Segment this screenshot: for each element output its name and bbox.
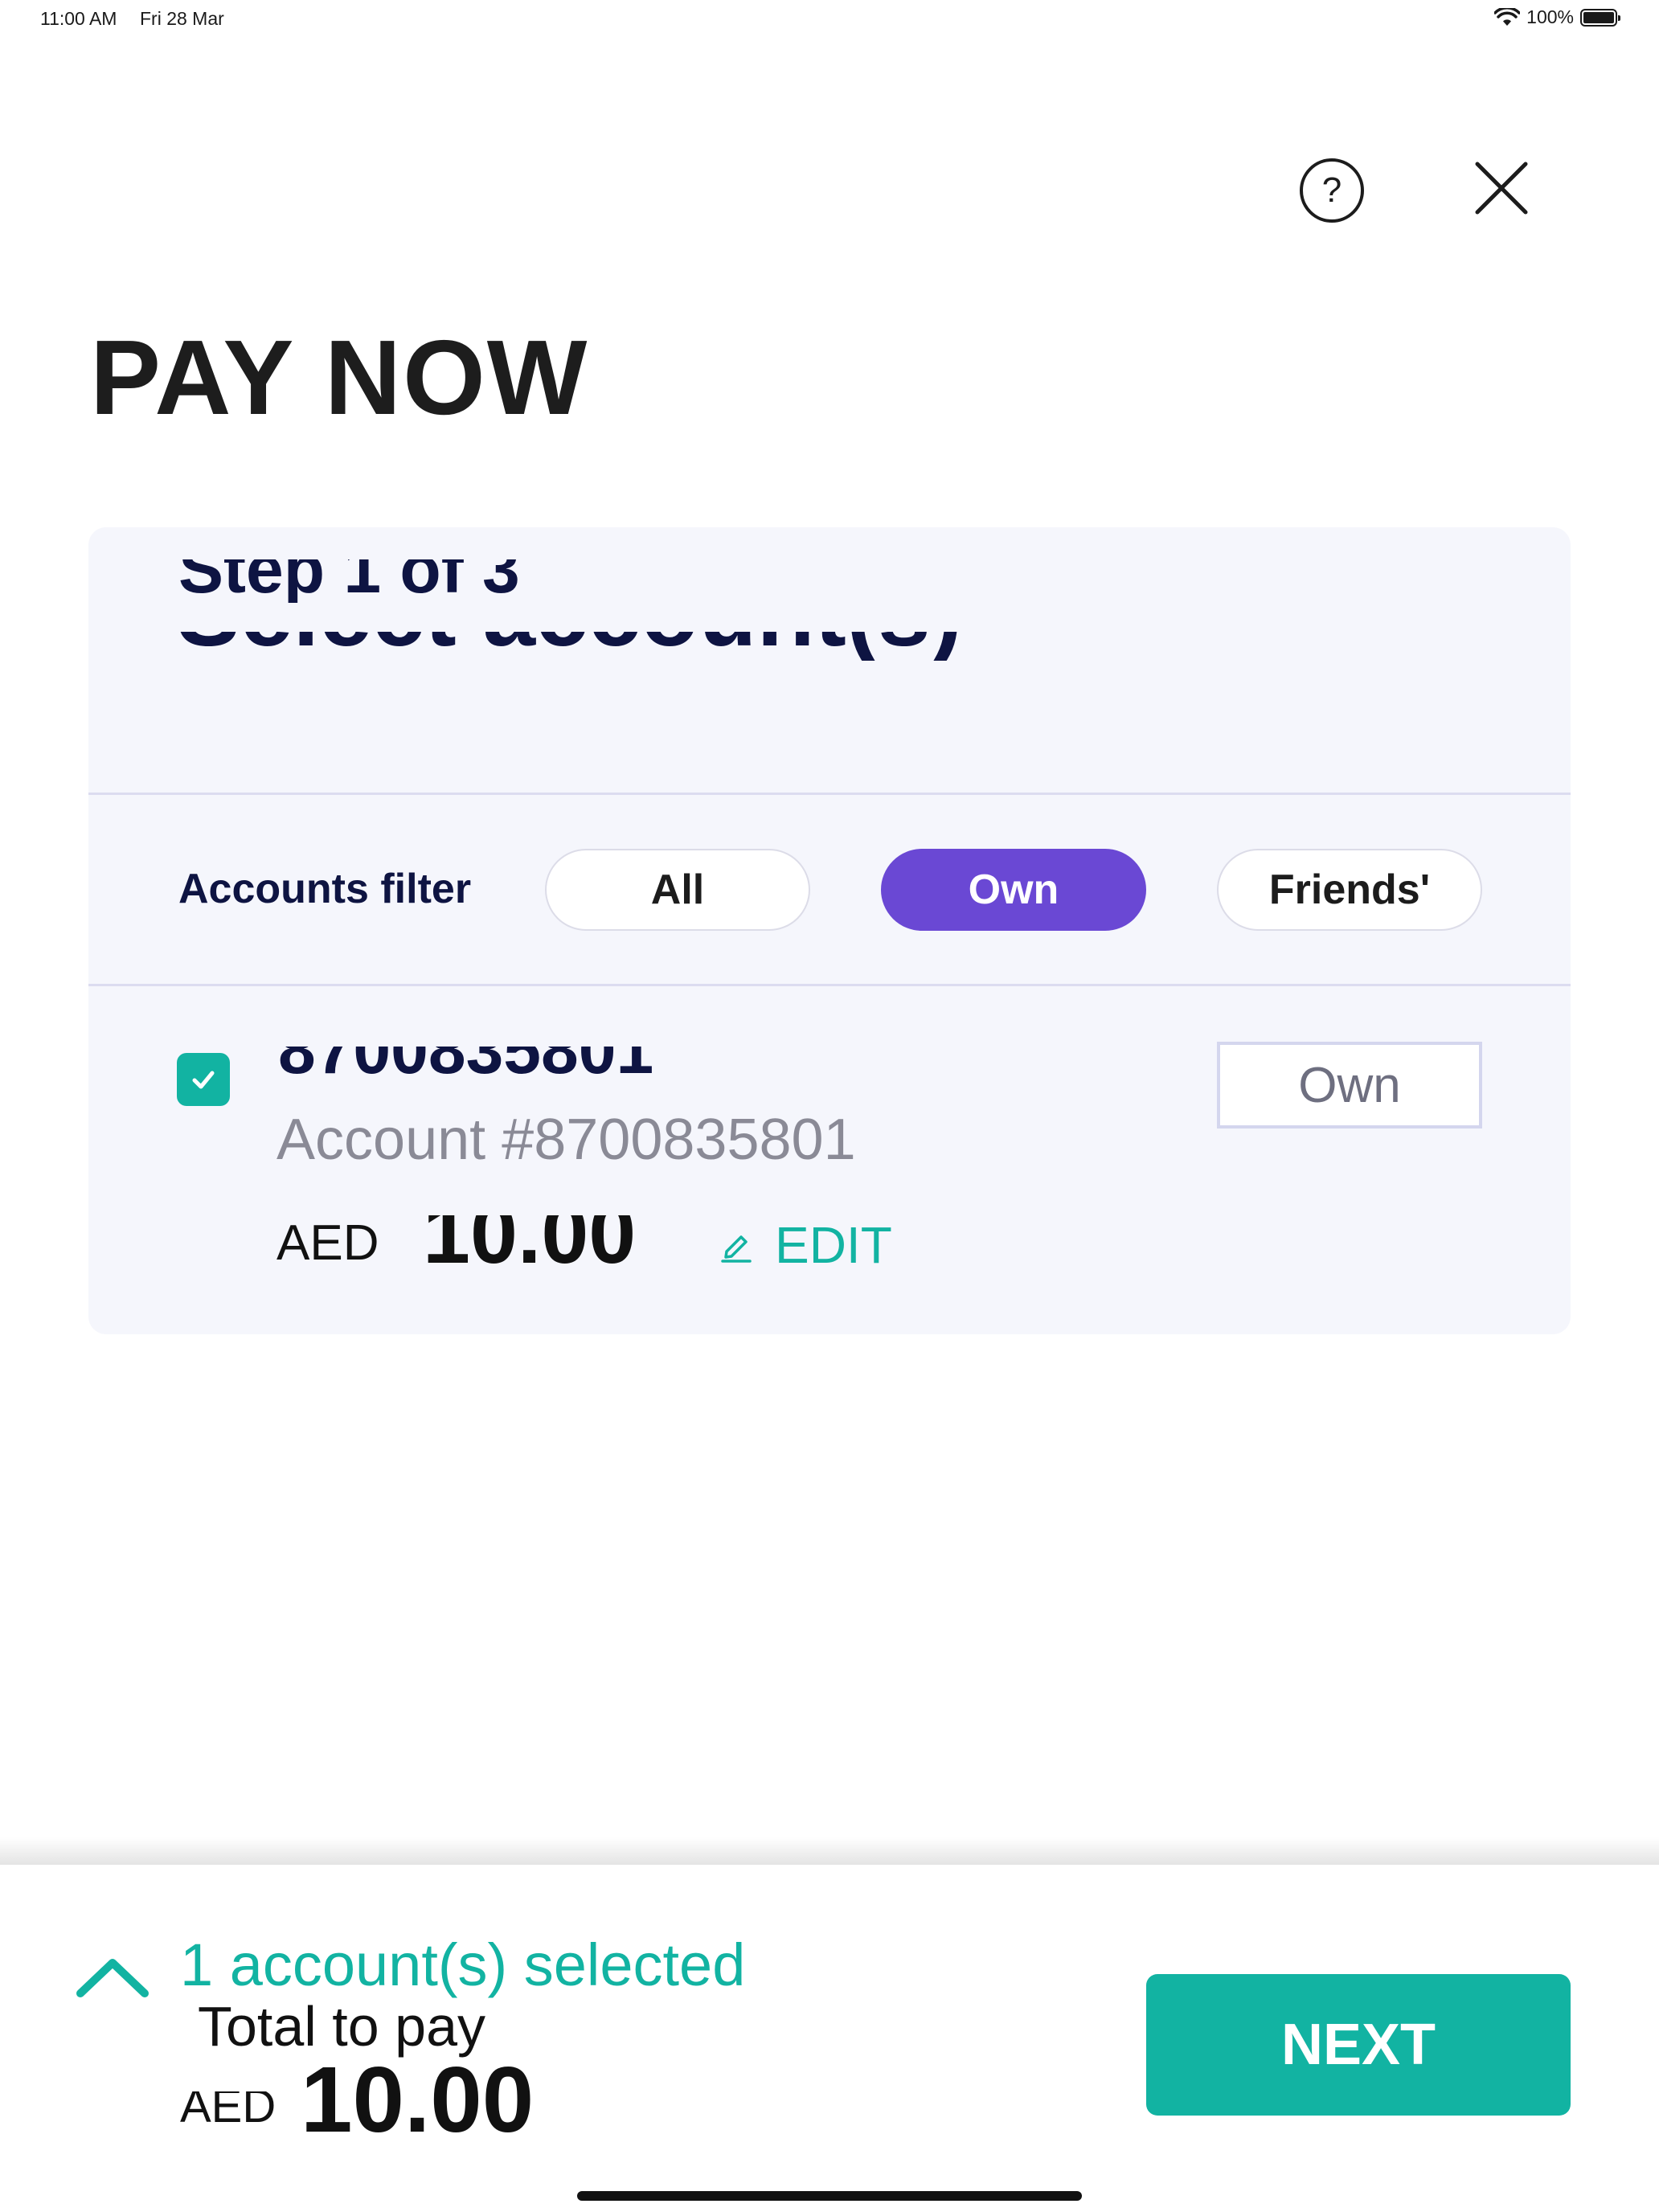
next-button[interactable]: NEXT [1146, 1974, 1571, 2116]
status-time: 11:00 AM [40, 8, 117, 29]
help-icon: ? [1300, 158, 1364, 223]
checkbox-checked-icon [192, 1071, 215, 1089]
status-indicators: 100% [1494, 6, 1620, 28]
accounts-filter-label: Accounts filter [178, 866, 472, 912]
step-label: Step 1 of 3 [178, 531, 520, 607]
account-number: 8700835801 [278, 1012, 654, 1088]
home-indicator [577, 2191, 1082, 2201]
close-icon [1475, 162, 1528, 215]
account-selection-card: Step 1 of 3 Select account(s) Accounts f… [88, 527, 1571, 1334]
summary-footer: 1 account(s) selected Total to pay AED 1… [0, 1865, 1659, 2212]
divider [88, 793, 1571, 795]
account-subtitle: Account #8700835801 [276, 1108, 856, 1172]
divider [88, 984, 1571, 986]
close-button[interactable] [1471, 158, 1532, 219]
battery-icon [1580, 8, 1620, 27]
amount-currency: AED [276, 1215, 379, 1271]
wifi-icon [1494, 7, 1521, 26]
account-checkbox[interactable] [177, 1053, 230, 1106]
battery-percent: 100% [1526, 6, 1574, 27]
pencil-icon [721, 1235, 752, 1263]
help-button[interactable]: ? [1299, 158, 1365, 223]
status-date: Fri 28 Mar [140, 8, 224, 29]
page-title: PAY NOW [90, 318, 589, 436]
edit-amount-button[interactable]: EDIT [720, 1215, 892, 1275]
edit-label: EDIT [775, 1216, 892, 1274]
total-currency: AED [180, 2080, 276, 2132]
status-bar: 11:00 AM Fri 28 Mar 100% [0, 0, 1659, 39]
footer-shadow [0, 1837, 1659, 1866]
filter-chip-own[interactable]: Own [881, 849, 1146, 931]
filter-chip-all[interactable]: All [545, 849, 810, 931]
chevron-up-icon[interactable] [74, 1953, 151, 2001]
filter-chip-friends[interactable]: Friends' [1217, 849, 1482, 931]
selected-count[interactable]: 1 account(s) selected [180, 1936, 745, 1995]
amount-value: 10.00 [423, 1186, 637, 1281]
total-value: 10.00 [301, 2047, 535, 2152]
account-type-tag: Own [1217, 1042, 1482, 1129]
total-label: Total to pay [198, 1995, 485, 2058]
step-header: Step 1 of 3 Select account(s) [88, 527, 1571, 793]
